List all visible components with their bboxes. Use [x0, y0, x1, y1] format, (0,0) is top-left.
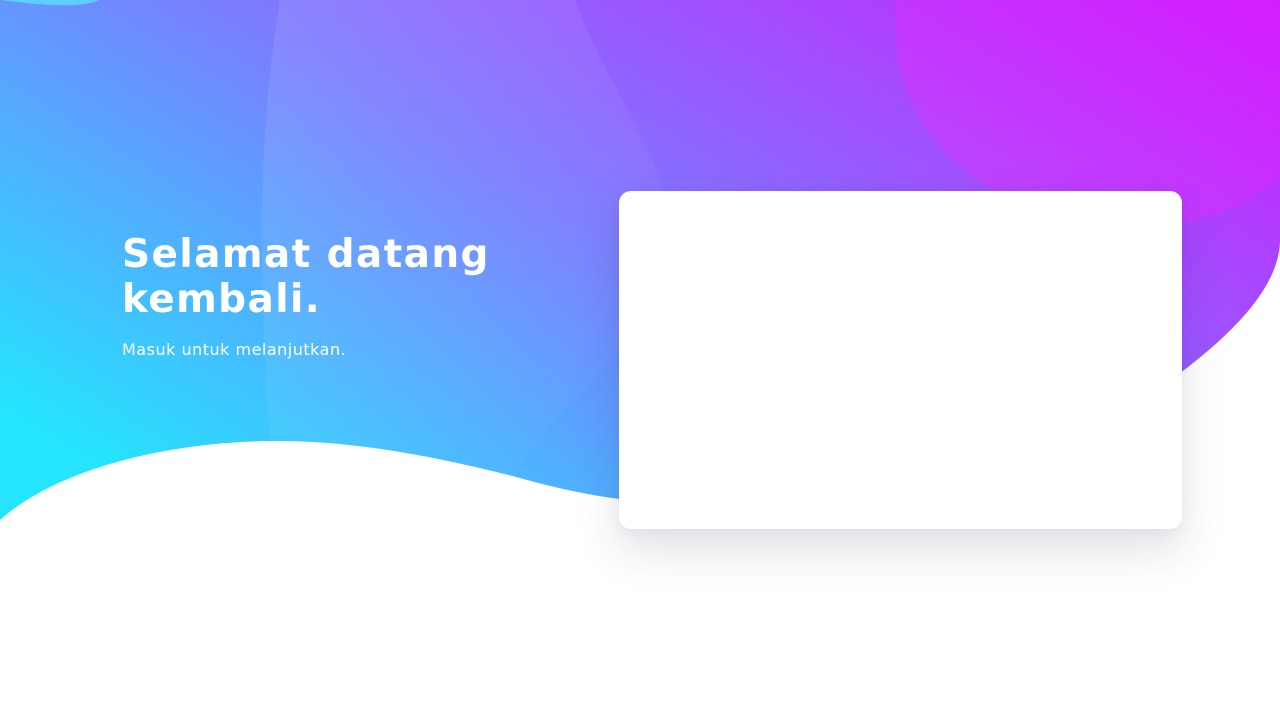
hero-title: Selamat datang kembali.: [122, 232, 490, 322]
hero-text-block: Selamat datang kembali. Masuk untuk mela…: [122, 232, 582, 360]
hero-subtitle: Masuk untuk melanjutkan.: [122, 340, 347, 359]
login-page: Selamat datang kembali. Masuk untuk mela…: [0, 0, 1280, 720]
login-card: [619, 191, 1182, 529]
